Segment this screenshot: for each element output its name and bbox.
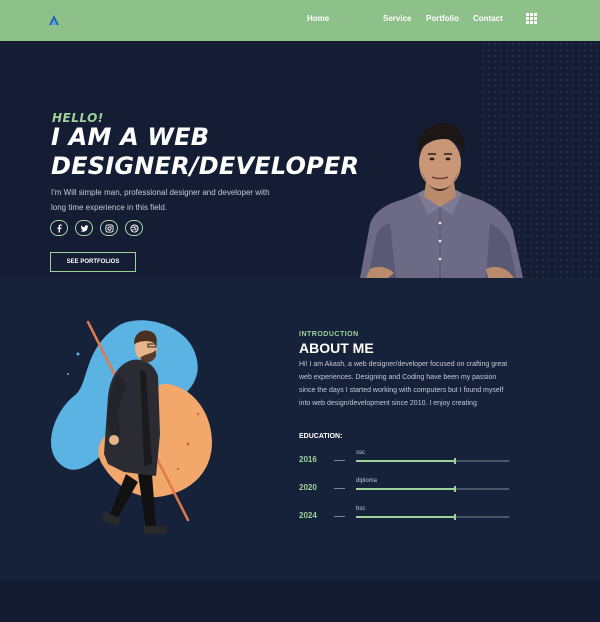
top-navbar: Home Service Portfolio Contact <box>0 0 600 41</box>
education-row: 2016 ssc <box>299 450 514 470</box>
education-label: bsc <box>356 506 366 512</box>
progress-knob <box>453 486 456 492</box>
nav-link-home[interactable]: Home <box>307 14 329 23</box>
nav-link-portfolio[interactable]: Portfolio <box>426 14 459 23</box>
progress-fill <box>356 460 454 462</box>
progress-track <box>356 486 509 492</box>
education-row: 2024 bsc <box>299 506 514 526</box>
nav-link-contact[interactable]: Contact <box>473 14 503 23</box>
about-text: Hi! I am Akash, a web designer/developer… <box>299 361 508 407</box>
dribbble-icon[interactable] <box>125 220 143 236</box>
hero-intro-text: I'm Will simple man, professional design… <box>51 188 270 212</box>
instagram-icon[interactable] <box>100 220 118 236</box>
progress-fill <box>356 488 454 490</box>
education-label: diploma <box>356 478 378 484</box>
education-row: 2020 diploma <box>299 478 514 498</box>
about-tag: INTRODUCTION <box>299 331 359 338</box>
hero-headline-line1: I AM A WEB <box>51 123 210 151</box>
divider <box>334 516 345 517</box>
facebook-icon[interactable] <box>50 220 68 236</box>
progress-knob <box>453 458 456 464</box>
progress-track <box>356 514 509 520</box>
education-title: EDUCATION: <box>299 433 343 440</box>
progress-track <box>356 458 509 464</box>
hero-headline-line2: DESIGNER/DEVELOPER <box>51 152 360 180</box>
grid-menu-icon[interactable] <box>526 13 538 25</box>
walking-man-illustration <box>50 320 212 534</box>
progress-knob <box>453 514 456 520</box>
profile-photo <box>360 123 523 278</box>
divider <box>334 488 345 489</box>
triangle-logo-icon[interactable] <box>48 14 60 26</box>
nav-link-service[interactable]: Service <box>383 14 411 23</box>
education-year: 2024 <box>299 511 317 520</box>
education-year: 2020 <box>299 483 317 492</box>
hero-section: HELLO! I AM A WEB DESIGNER/DEVELOPER I'm… <box>0 41 600 278</box>
divider <box>334 460 345 461</box>
see-portfolios-button[interactable]: SEE PORTFOLIOS <box>50 252 136 272</box>
twitter-icon[interactable] <box>75 220 93 236</box>
footer-strip <box>0 580 600 622</box>
education-label: ssc <box>356 450 365 456</box>
education-year: 2016 <box>299 455 317 464</box>
about-title: ABOUT ME <box>299 340 374 356</box>
progress-fill <box>356 516 454 518</box>
about-section: INTRODUCTION ABOUT ME Hi! I am Akash, a … <box>0 278 600 622</box>
